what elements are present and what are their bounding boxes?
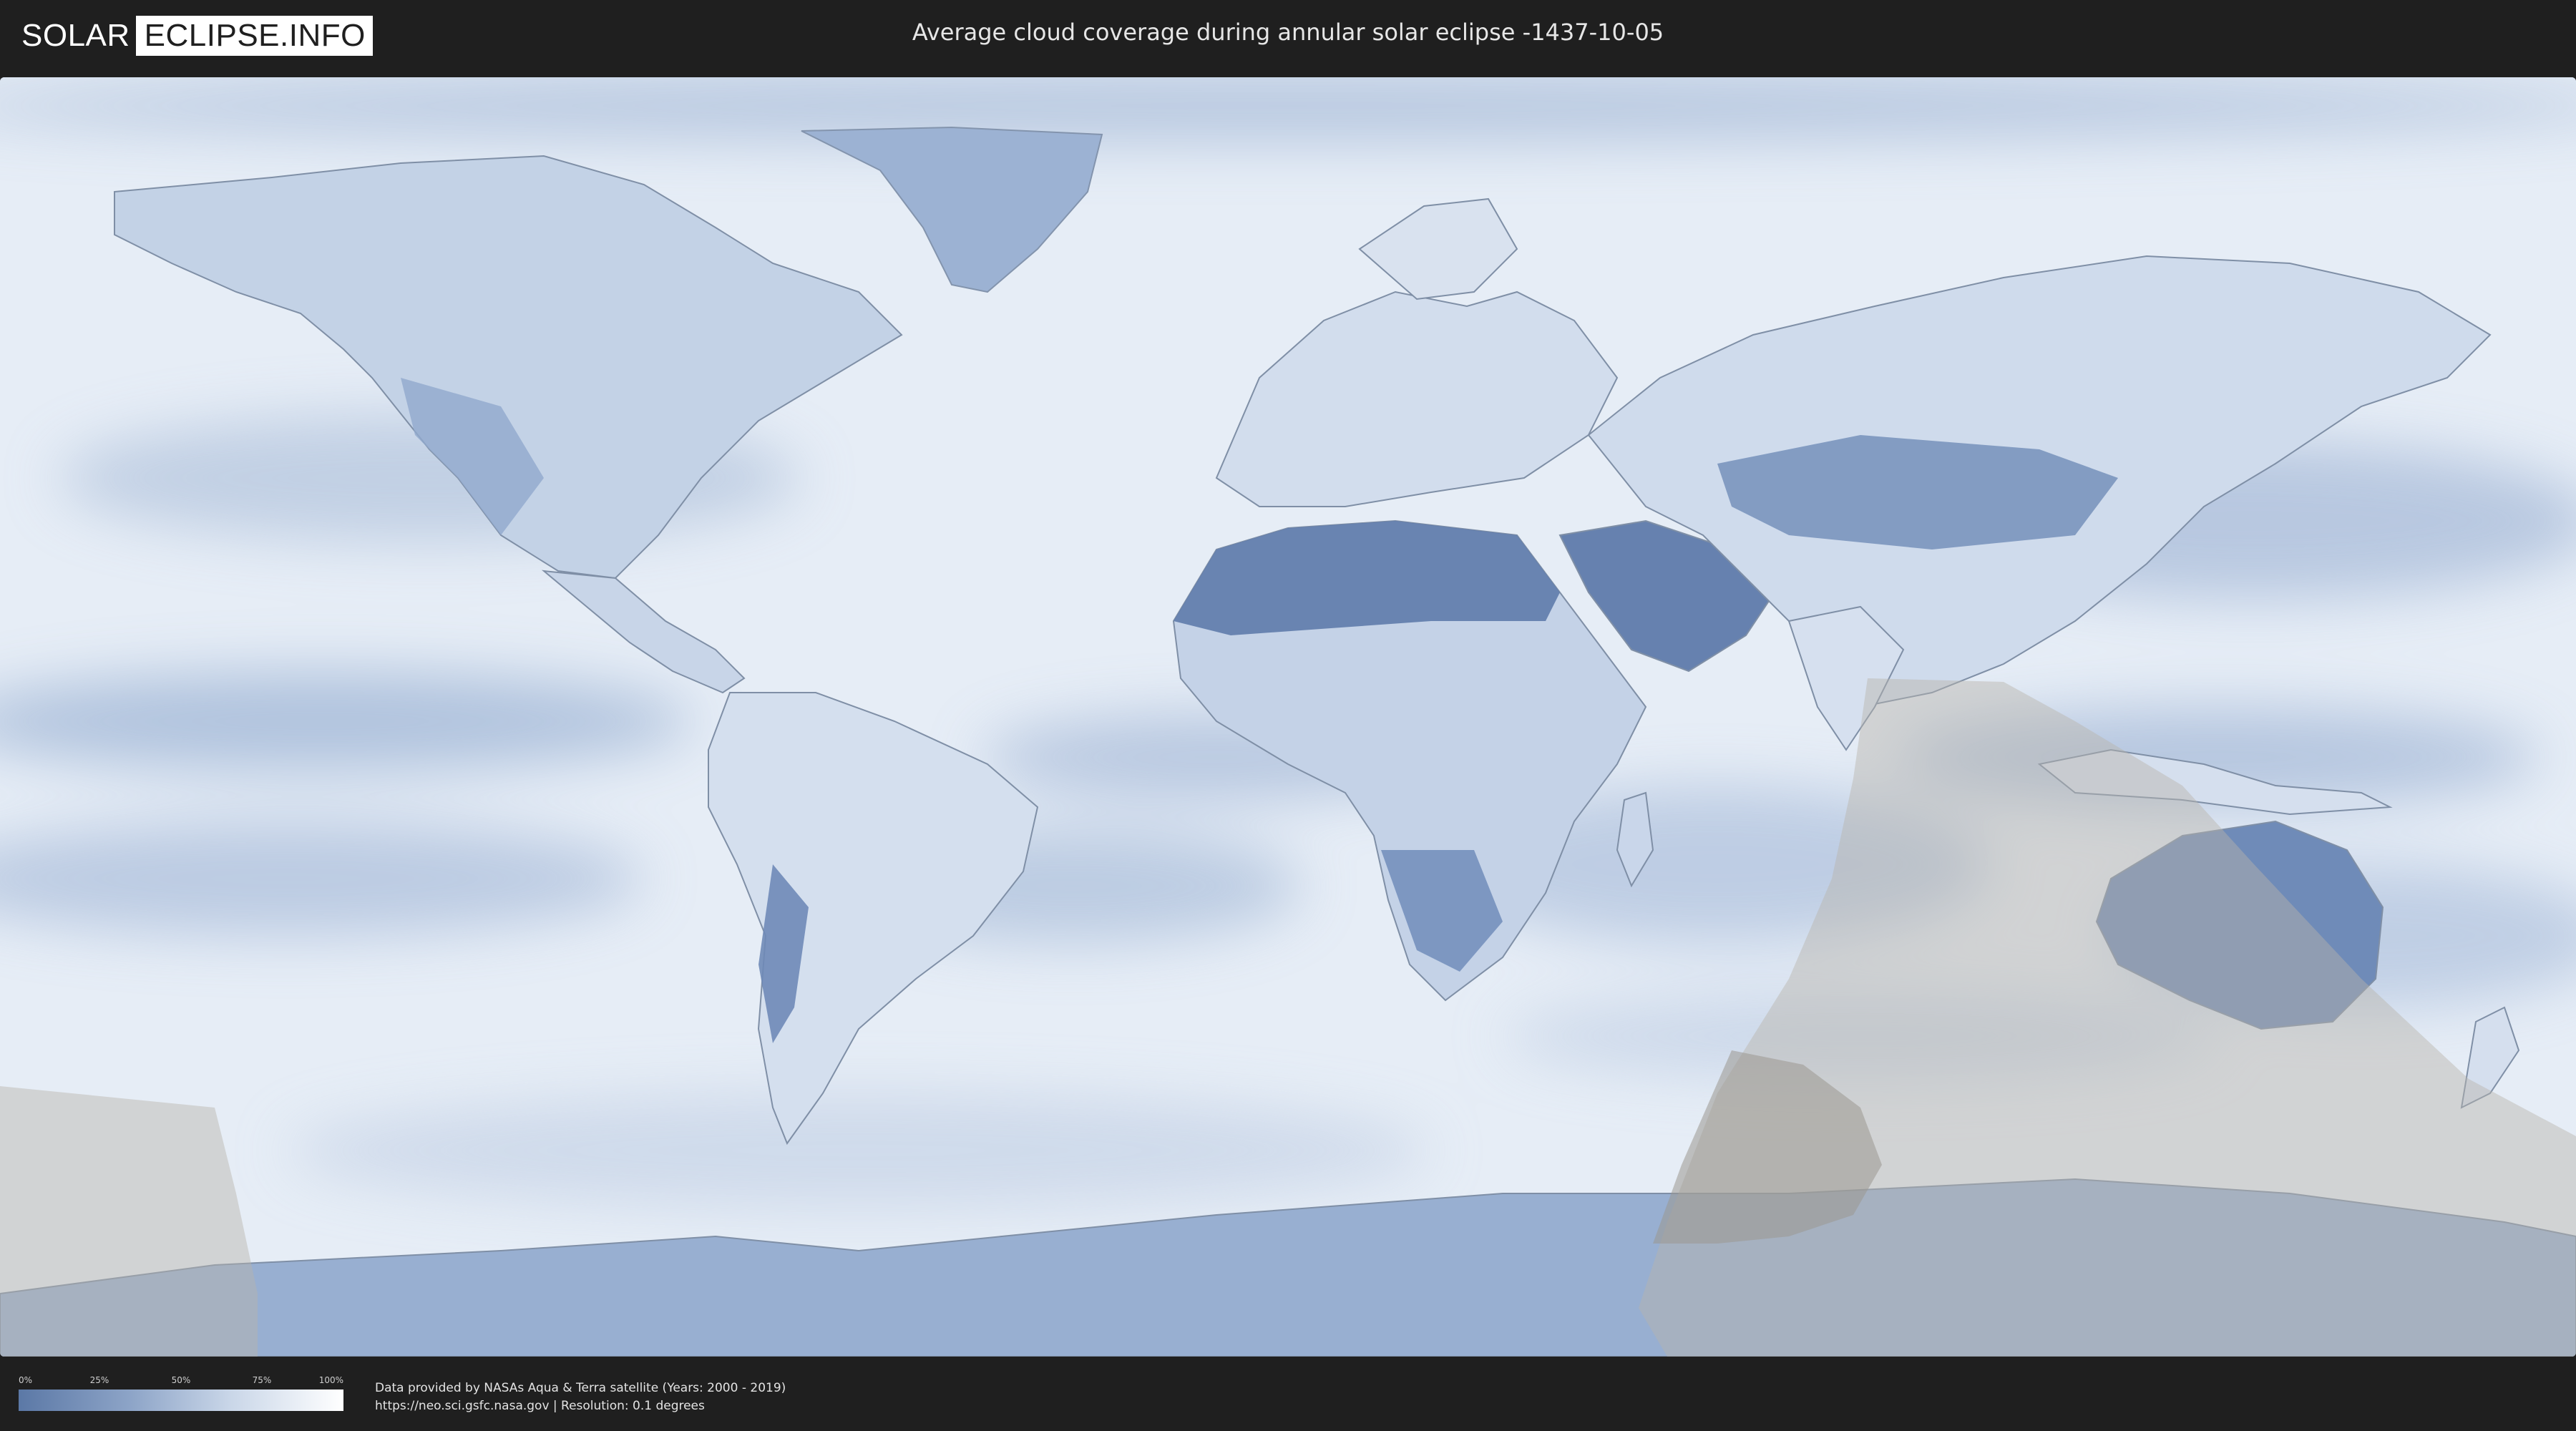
credit-line-url[interactable]: https://neo.sci.gsfc.nasa.gov | Resoluti… bbox=[375, 1397, 786, 1415]
legend-gradient-bar bbox=[19, 1390, 343, 1411]
eclipse-path-west bbox=[0, 1086, 258, 1357]
legend-tick-50: 50% bbox=[171, 1375, 191, 1385]
legend-tick-25: 25% bbox=[89, 1375, 109, 1385]
legend-tick-100: 100% bbox=[318, 1375, 343, 1385]
legend-tick-75: 75% bbox=[252, 1375, 272, 1385]
header-bar: SOLAR ECLIPSE.INFO Average cloud coverag… bbox=[0, 0, 2576, 72]
legend-tick-row: 0% 25% 50% 75% 100% bbox=[19, 1375, 343, 1387]
page-title: Average cloud coverage during annular so… bbox=[912, 19, 1664, 46]
cloud-coverage-map bbox=[0, 77, 2576, 1357]
credit-line-source: Data provided by NASAs Aqua & Terra sate… bbox=[375, 1381, 786, 1395]
cloud-coverage-legend: 0% 25% 50% 75% 100% bbox=[19, 1375, 343, 1415]
data-credit: Data provided by NASAs Aqua & Terra sate… bbox=[375, 1379, 786, 1415]
world-map-svg bbox=[0, 77, 2576, 1357]
legend-tick-0: 0% bbox=[19, 1375, 33, 1385]
footer-bar: 0% 25% 50% 75% 100% Data provided by NAS… bbox=[0, 1359, 2576, 1431]
